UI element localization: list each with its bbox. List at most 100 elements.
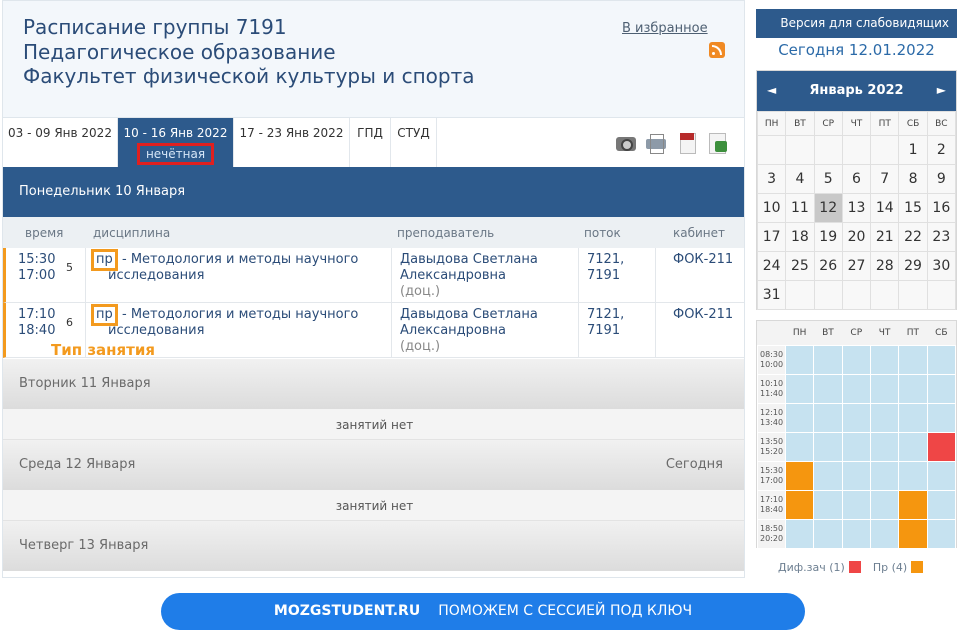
week-grid-cell [813, 431, 843, 462]
week-grid-cell [841, 373, 871, 404]
week-grid-cell [869, 344, 900, 375]
tab-week-next[interactable]: 17 - 23 Янв 2022 [234, 118, 350, 167]
calendar-day[interactable]: 19 [813, 222, 843, 252]
calendar-day[interactable]: 16 [926, 193, 957, 223]
teacher-patronymic: Александровна [400, 323, 506, 338]
stream-link[interactable]: 7121, 7191 [587, 252, 624, 284]
tab-week-current[interactable]: 10 - 16 Янв 2022 нечётная [118, 118, 234, 167]
teacher-name: Давыдова Светлана [400, 307, 538, 322]
day-header-wednesday[interactable]: Среда 12 Января Сегодня [3, 440, 744, 490]
calendar-day[interactable]: 14 [870, 193, 900, 223]
calendar-day[interactable]: 28 [870, 251, 900, 281]
camera-icon[interactable] [615, 132, 637, 154]
calendar-day[interactable]: 18 [785, 222, 815, 252]
week-grid-cell-practice[interactable] [784, 460, 815, 491]
calendar-day[interactable]: 22 [898, 222, 928, 252]
calendar-day[interactable]: 5 [813, 164, 843, 194]
pdf-export-icon[interactable] [676, 132, 698, 154]
week-grid-cell [813, 373, 843, 404]
banner-text: ПОМОЖЕМ С СЕССИЕЙ ПОД КЛЮЧ [438, 603, 693, 619]
calendar-day[interactable]: 26 [813, 251, 843, 281]
calendar-day[interactable]: 11 [785, 193, 815, 223]
calendar-day[interactable]: 13 [841, 193, 872, 223]
print-icon[interactable] [645, 132, 667, 154]
week-grid-cell-practice[interactable] [898, 489, 928, 520]
week-grid-cell-practice[interactable] [784, 489, 815, 520]
weekday-label: ЧТ [841, 111, 872, 136]
calendar-empty-cell [756, 135, 787, 165]
calendar-day[interactable]: 31 [756, 280, 787, 310]
program-title: Педагогическое образование [23, 39, 336, 64]
day-header-tuesday[interactable]: Вторник 11 Января [3, 359, 744, 409]
cell-divider [578, 303, 579, 358]
column-teacher: преподаватель [397, 226, 495, 240]
tab-stud[interactable]: СТУД [391, 118, 437, 167]
week-grid-legend: Диф.зач (1) Пр (4) [778, 561, 935, 574]
calendar-day[interactable]: 20 [841, 222, 872, 252]
legend-label: Пр (4) [872, 561, 908, 574]
room-link[interactable]: ФОК-211 [673, 307, 733, 322]
week-grid-cell-credit[interactable] [926, 431, 957, 462]
column-room: кабинет [673, 226, 726, 240]
add-to-favorites-link[interactable]: В избранное [622, 21, 708, 36]
next-month-icon[interactable]: ► [937, 83, 946, 97]
promo-banner[interactable]: MOZGSTUDENT.RU ПОМОЖЕМ С СЕССИЕЙ ПОД КЛЮЧ [161, 593, 805, 630]
calendar-day[interactable]: 8 [898, 164, 928, 194]
tab-label: СТУД [397, 126, 430, 140]
calendar-empty-cell [926, 280, 957, 310]
room-link[interactable]: ФОК-211 [673, 252, 733, 267]
week-grid-row: 10:10 11:40 [757, 373, 957, 404]
calendar-day[interactable]: 29 [898, 251, 928, 281]
week-grid-cell [869, 460, 900, 491]
calendar-day[interactable]: 24 [756, 251, 787, 281]
calendar-day[interactable]: 15 [898, 193, 928, 223]
calendar-day[interactable]: 17 [756, 222, 787, 252]
calendar-day[interactable]: 21 [870, 222, 900, 252]
calendar-day[interactable]: 4 [785, 164, 815, 194]
calendar-day[interactable]: 1 [898, 135, 928, 165]
slot-end: 20:20 [760, 533, 784, 543]
week-grid-cell-practice[interactable] [898, 518, 928, 549]
week-grid-cell [841, 460, 871, 491]
calendar-day[interactable]: 10 [756, 193, 787, 223]
legend-item: Пр (4) [872, 561, 924, 574]
tab-label: 03 - 09 Янв 2022 [8, 126, 112, 140]
calendar-day[interactable]: 25 [785, 251, 815, 281]
page-title: Расписание группы 7191 Педагогическое об… [23, 15, 475, 89]
cell-divider [85, 248, 86, 303]
tab-week-prev[interactable]: 03 - 09 Янв 2022 [3, 118, 118, 167]
no-lessons-message: занятий нет [3, 490, 744, 521]
stream-link[interactable]: 7121, 7191 [587, 307, 624, 339]
calendar-day[interactable]: 9 [926, 164, 957, 194]
discipline-link[interactable]: - Методология и методы научного исследов… [108, 252, 378, 284]
calendar-header: ◄ Январь 2022 ► [757, 71, 956, 111]
calendar-day-today[interactable]: 12 [813, 193, 843, 223]
tab-gpd[interactable]: ГПД [350, 118, 391, 167]
excel-export-icon[interactable] [706, 132, 728, 154]
week-grid-cell [869, 373, 900, 404]
calendar-day[interactable]: 3 [756, 164, 787, 194]
teacher-link[interactable]: Давыдова Светлана Александровна (доц.) [400, 252, 538, 300]
calendar-day[interactable]: 7 [870, 164, 900, 194]
cell-divider [655, 248, 656, 303]
accessibility-version-button[interactable]: Версия для слабовидящих [756, 9, 957, 38]
week-grid-day-label: СР [842, 321, 871, 345]
calendar-day[interactable]: 27 [841, 251, 872, 281]
discipline-link[interactable]: - Методология и методы научного исследов… [108, 307, 378, 339]
calendar-day[interactable]: 6 [841, 164, 872, 194]
teacher-link[interactable]: Давыдова Светлана Александровна (доц.) [400, 307, 538, 355]
calendar-grid: ПН ВТ СР ЧТ ПТ СБ ВС 1 2 3 4 5 6 7 8 9 10 11 12 13 14 15 16 17 1… [756, 111, 957, 310]
day-header-thursday[interactable]: Четверг 13 Января [3, 521, 744, 571]
calendar-day[interactable]: 30 [926, 251, 957, 281]
slot-end: 17:00 [760, 475, 784, 485]
slot-start: 13:50 [760, 436, 784, 446]
calendar-day[interactable]: 23 [926, 222, 957, 252]
column-discipline: дисциплина [93, 226, 171, 240]
rss-icon[interactable] [709, 42, 725, 58]
stream-line: 7191 [587, 323, 621, 338]
prev-month-icon[interactable]: ◄ [767, 83, 776, 97]
day-title: Вторник 11 Января [19, 376, 151, 391]
week-grid-cell [784, 402, 815, 433]
weekday-label: ВС [926, 111, 957, 136]
calendar-day[interactable]: 2 [926, 135, 957, 165]
